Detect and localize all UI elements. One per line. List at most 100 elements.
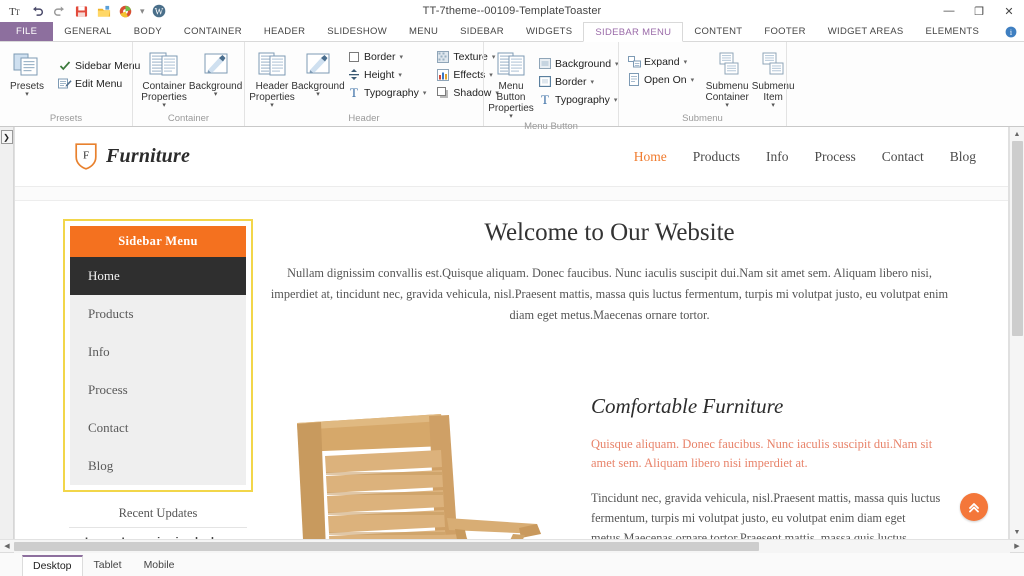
expand-left-panel-button[interactable]: ❯ (1, 130, 13, 144)
header-background-button[interactable]: Background ▾ (296, 47, 340, 99)
background-icon (538, 57, 552, 71)
submenu-container-button[interactable]: Submenu Container ▾ (705, 47, 749, 110)
feature-body-text: Tincidunt nec, gravida vehicula, nisl.Pr… (591, 488, 950, 539)
effects-icon (436, 68, 450, 82)
site-nav-blog[interactable]: Blog (950, 149, 976, 165)
site-sidebar-column: Sidebar Menu Home Products Info Process … (15, 219, 253, 539)
submenu-open-on-button[interactable]: Open On ▾ (624, 71, 699, 88)
device-tab-desktop[interactable]: Desktop (22, 555, 83, 576)
device-tab-tablet[interactable]: Tablet (83, 555, 133, 576)
tab-sidebar-menu[interactable]: SIDEBAR MENU (583, 22, 683, 42)
furniture-chair-image (269, 388, 569, 539)
menu-button-properties-button[interactable]: Menu Button Properties ▾ (489, 47, 533, 121)
horizontal-scroll-thumb[interactable] (14, 542, 759, 551)
canvas-horizontal-scrollbar[interactable]: ◀ ▶ (0, 539, 1024, 552)
header-border-button[interactable]: Border ▾ (344, 48, 431, 65)
scroll-down-arrow-icon[interactable]: ▼ (1010, 525, 1024, 539)
tab-content[interactable]: CONTENT (683, 22, 753, 41)
typography-icon: T (538, 93, 552, 107)
sidebar-item-blog[interactable]: Blog (70, 447, 246, 485)
site-nav-home[interactable]: Home (634, 149, 667, 165)
scroll-to-top-button[interactable] (960, 493, 988, 521)
editor-area: ❯ F Furniture Home Products Info (0, 127, 1024, 539)
menu-button-border-label: Border (555, 76, 587, 88)
save-icon[interactable] (74, 4, 89, 19)
chevron-down-icon: ▾ (25, 92, 29, 98)
horizontal-scroll-track[interactable] (14, 540, 1010, 553)
undo-icon[interactable] (30, 4, 45, 19)
header-typography-button[interactable]: T Typography ▾ (344, 84, 431, 101)
tab-body[interactable]: BODY (123, 22, 173, 41)
menu-button-background-label: Background (555, 58, 611, 70)
chevron-down-icon: ▾ (398, 71, 402, 79)
site-brand[interactable]: F Furniture (75, 143, 190, 170)
tab-elements[interactable]: ELEMENTS (914, 22, 990, 41)
sidebar-item-home[interactable]: Home (70, 257, 246, 295)
tab-widgets[interactable]: WIDGETS (515, 22, 583, 41)
menu-button-properties-icon (496, 50, 526, 80)
scroll-up-arrow-icon[interactable]: ▲ (1010, 127, 1024, 141)
feature-section: Comfortable Furniture Quisque aliquam. D… (269, 388, 950, 539)
ribbon-empty-area (786, 42, 1024, 126)
site-nav-process[interactable]: Process (814, 149, 855, 165)
sidebar-widget-title: Sidebar Menu (70, 226, 246, 257)
scroll-right-arrow-icon[interactable]: ▶ (1010, 540, 1024, 553)
device-tab-mobile[interactable]: Mobile (133, 555, 186, 576)
container-background-button[interactable]: Background ▾ (192, 47, 239, 99)
presets-button[interactable]: Presets ▾ (5, 47, 49, 99)
maximize-button[interactable]: ❐ (964, 0, 994, 22)
tab-footer[interactable]: FOOTER (753, 22, 816, 41)
vertical-scroll-thumb[interactable] (1012, 141, 1023, 336)
menu-button-background-button[interactable]: Background ▾ (535, 55, 624, 72)
submenu-expand-button[interactable]: Expand ▾ (624, 53, 699, 70)
tab-container[interactable]: CONTAINER (173, 22, 253, 41)
tab-header[interactable]: HEADER (253, 22, 316, 41)
tab-general[interactable]: GENERAL (53, 22, 123, 41)
sidebar-item-info[interactable]: Info (70, 333, 246, 371)
tab-widget-areas[interactable]: WIDGET AREAS (817, 22, 915, 41)
menu-button-typography-button[interactable]: T Typography ▾ (535, 91, 624, 108)
redo-icon[interactable] (52, 4, 67, 19)
header-effects-label: Effects (453, 69, 485, 81)
sidebar-item-products[interactable]: Products (70, 295, 246, 333)
site-nav-contact[interactable]: Contact (882, 149, 924, 165)
open-folder-icon[interactable] (96, 4, 111, 19)
tab-slideshow[interactable]: SLIDESHOW (316, 22, 398, 41)
website-preview-canvas[interactable]: F Furniture Home Products Info Process C… (14, 127, 1009, 539)
site-nav-products[interactable]: Products (693, 149, 740, 165)
sidebar-item-process[interactable]: Process (70, 371, 246, 409)
menu-button-border-button[interactable]: Border ▾ (535, 73, 624, 90)
vertical-scroll-track[interactable] (1010, 141, 1024, 525)
header-height-button[interactable]: Height ▾ (344, 66, 431, 83)
border-icon (347, 50, 361, 64)
close-button[interactable]: ✕ (994, 0, 1024, 22)
sidebar-item-contact[interactable]: Contact (70, 409, 246, 447)
minimize-button[interactable]: — (934, 0, 964, 22)
tab-sidebar[interactable]: SIDEBAR (449, 22, 515, 41)
expand-icon (627, 55, 641, 69)
background-brush-icon (304, 50, 332, 80)
tab-file[interactable]: FILE (0, 22, 53, 41)
tab-menu[interactable]: MENU (398, 22, 449, 41)
dropdown-icon[interactable]: ▾ (140, 6, 145, 17)
preview-browser-icon[interactable] (118, 4, 133, 19)
text-tool-icon[interactable]: TT (8, 4, 23, 19)
open-on-icon (627, 73, 641, 87)
submenu-item-icon (758, 50, 788, 80)
help-icon[interactable]: i (1005, 22, 1017, 41)
texture-icon (436, 50, 450, 64)
group-label-submenu: Submenu (619, 113, 786, 126)
site-body: Sidebar Menu Home Products Info Process … (15, 201, 1008, 539)
wordpress-icon[interactable]: W (152, 4, 167, 19)
header-typography-label: Typography (364, 87, 419, 99)
svg-text:W: W (155, 6, 164, 16)
header-height-label: Height (364, 69, 394, 81)
sidebar-menu-widget-selection[interactable]: Sidebar Menu Home Products Info Process … (63, 219, 253, 492)
scroll-left-arrow-icon[interactable]: ◀ (0, 540, 14, 553)
container-properties-label: Container Properties (141, 81, 187, 103)
container-properties-button[interactable]: Container Properties ▾ (138, 47, 190, 110)
canvas-vertical-scrollbar[interactable]: ▲ ▼ (1009, 127, 1024, 539)
group-label-container: Container (133, 113, 244, 126)
site-nav-info[interactable]: Info (766, 149, 789, 165)
header-properties-button[interactable]: Header Properties ▾ (250, 47, 294, 110)
